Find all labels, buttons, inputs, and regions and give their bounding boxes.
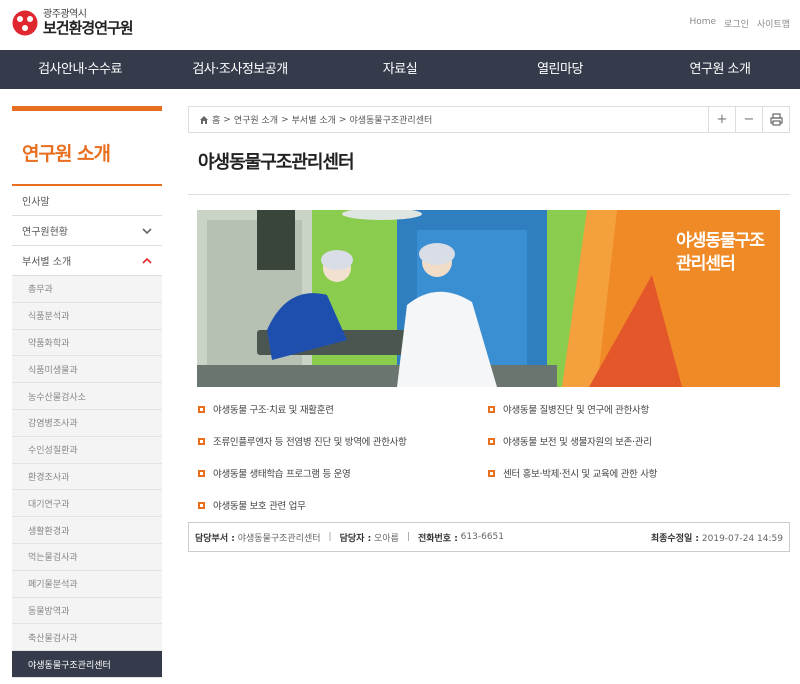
hero-image: 야생동물구조 관리센터 — [197, 210, 780, 387]
submenu-item[interactable]: 식품미생물과 — [12, 356, 162, 384]
updated-value: 2019-07-24 14:59 — [701, 533, 783, 544]
submenu-item[interactable]: 농수산물검사소 — [12, 383, 162, 410]
submenu-item[interactable]: 수인성질환과 — [12, 437, 162, 464]
person-label: 담당자 : — [339, 533, 372, 544]
submenu-item[interactable]: 축산물검사과 — [12, 624, 162, 652]
sidebar-item-label: 인사말 — [22, 197, 50, 208]
phone-value: 613-6651 — [460, 532, 505, 542]
nav-institute-intro[interactable]: 연구원 소개 — [640, 50, 800, 89]
breadcrumb-current: 야생동물구조관리센터 — [349, 116, 433, 126]
duty-item: 야생동물 구조·치료 및 재활훈련 — [198, 402, 334, 416]
submenu-item[interactable]: 동물방역과 — [12, 598, 162, 625]
breadcrumb-sep: > — [281, 114, 289, 125]
hero-title-line2: 관리센터 — [676, 254, 736, 274]
duty-text: 센터 홍보·박제·전시 및 교육에 관한 사항 — [503, 469, 658, 480]
submenu-item[interactable]: 생활환경과 — [12, 517, 162, 544]
bullet-icon — [198, 469, 205, 477]
site-header: 광주광역시 보건환경연구원 Home 로그인 사이트맵 — [0, 0, 800, 50]
bullet-icon — [198, 437, 205, 445]
submenu-item[interactable]: 먹는물검사과 — [12, 544, 162, 571]
breadcrumb-departments[interactable]: 부서별 소개 — [292, 113, 336, 126]
utility-links: Home 로그인 사이트맵 — [689, 17, 790, 30]
breadcrumb-home[interactable]: 홈 — [212, 113, 220, 126]
nav-inspection-info[interactable]: 검사·조사정보공개 — [160, 50, 320, 89]
sidebar-menu: 인사말 연구원현황 부서별 소개 총무과 식품분석과 약품화학과 식품미생물과 … — [12, 186, 162, 678]
nav-inspection-guide[interactable]: 검사안내·수수료 — [0, 50, 160, 89]
sidebar-item-status[interactable]: 연구원현황 — [12, 216, 162, 246]
chevron-down-icon — [142, 227, 152, 234]
submenu-item[interactable]: 감염병조사과 — [12, 410, 162, 437]
updated-label: 최종수정일 : — [650, 533, 700, 544]
print-button[interactable] — [762, 107, 789, 132]
person-value: 오아름 — [374, 533, 399, 544]
submenu-item-active[interactable]: 야생동물구조관리센터 — [12, 651, 162, 678]
zoom-in-button[interactable]: + — [708, 107, 735, 132]
sidebar-title: 연구원 소개 — [12, 111, 162, 186]
logo-title: 보건환경연구원 — [43, 19, 134, 37]
nav-data-room[interactable]: 자료실 — [320, 50, 480, 89]
duty-text: 야생동물 보호 관련 업무 — [213, 501, 306, 512]
duty-text: 야생동물 생태학습 프로그램 등 운영 — [213, 469, 351, 480]
duty-item: 야생동물 보전 및 생물자원의 보존·관리 — [488, 434, 652, 448]
submenu-item[interactable]: 총무과 — [12, 276, 162, 303]
last-updated: 최종수정일 : 2019-07-24 14:59 — [651, 531, 783, 544]
site-logo[interactable]: 광주광역시 보건환경연구원 — [12, 10, 134, 37]
nav-open-forum[interactable]: 열린마당 — [480, 50, 640, 89]
duty-item: 조류인플루엔자 등 전염병 진단 및 방역에 관한사항 — [198, 434, 407, 448]
sidebar-item-label: 연구원현황 — [22, 227, 68, 238]
main-navigation: 검사안내·수수료 검사·조사정보공개 자료실 열린마당 연구원 소개 — [0, 50, 800, 89]
page-tools: + − — [708, 107, 789, 132]
home-icon[interactable] — [199, 115, 209, 125]
breadcrumb-sep: > — [338, 114, 347, 125]
duty-text: 조류인플루엔자 등 전염병 진단 및 방역에 관한사항 — [213, 437, 407, 448]
dept-label: 담당부서 : — [195, 533, 235, 544]
logo-emblem-icon — [12, 10, 38, 36]
bullet-icon — [198, 405, 205, 413]
dept-value: 야생동물구조관리센터 — [237, 533, 321, 544]
submenu-item[interactable]: 폐기물분석과 — [12, 571, 162, 598]
duty-item: 센터 홍보·박제·전시 및 교육에 관한 사항 — [488, 466, 657, 480]
sidebar: 연구원 소개 인사말 연구원현황 부서별 소개 총무과 식품분석과 약품화학과 … — [12, 106, 162, 678]
duty-text: 야생동물 질병진단 및 연구에 관한사항 — [503, 405, 649, 416]
separator: | — [406, 532, 410, 542]
duty-item: 야생동물 보호 관련 업무 — [198, 498, 306, 512]
page-title: 야생동물구조관리센터 — [188, 150, 790, 195]
submenu-item[interactable]: 환경조사과 — [12, 464, 162, 491]
submenu-item[interactable]: 대기연구과 — [12, 490, 162, 518]
duty-text: 야생동물 구조·치료 및 재활훈련 — [213, 405, 334, 416]
submenu-item[interactable]: 식품분석과 — [12, 303, 162, 330]
breadcrumb-institute[interactable]: 연구원 소개 — [234, 113, 278, 126]
home-link[interactable]: Home — [689, 17, 716, 30]
breadcrumb: 홈 > 연구원 소개 > 부서별 소개 > 야생동물구조관리센터 + − — [188, 106, 790, 133]
chevron-up-icon — [142, 257, 152, 264]
hero-title-line1: 야생동물구조 — [676, 231, 765, 251]
zoom-out-button[interactable]: − — [735, 107, 762, 132]
sidebar-item-label: 부서별 소개 — [22, 257, 72, 268]
contact-info-bar: 담당부서 : 야생동물구조관리센터 | 담당자 : 오아름 | 전화번호 : 6… — [188, 522, 790, 552]
bullet-icon — [488, 437, 495, 445]
print-icon — [769, 113, 783, 126]
breadcrumb-sep: > — [223, 114, 231, 125]
main-content: 홈 > 연구원 소개 > 부서별 소개 > 야생동물구조관리센터 + − 야생동… — [188, 106, 790, 552]
bullet-icon — [198, 501, 205, 509]
sidebar-item-greeting[interactable]: 인사말 — [12, 186, 162, 216]
phone-label: 전화번호 : — [417, 533, 458, 544]
sitemap-link[interactable]: 사이트맵 — [757, 17, 790, 30]
duty-item: 야생동물 생태학습 프로그램 등 운영 — [198, 466, 351, 480]
bullet-icon — [488, 469, 495, 477]
submenu-item[interactable]: 약품화학과 — [12, 330, 162, 357]
login-link[interactable]: 로그인 — [724, 17, 749, 30]
separator: | — [328, 532, 332, 542]
sidebar-item-departments[interactable]: 부서별 소개 — [12, 246, 162, 276]
bullet-icon — [488, 405, 495, 413]
duty-item: 야생동물 질병진단 및 연구에 관한사항 — [488, 402, 649, 416]
duty-text: 야생동물 보전 및 생물자원의 보존·관리 — [503, 437, 652, 448]
department-submenu: 총무과 식품분석과 약품화학과 식품미생물과 농수산물검사소 감염병조사과 수인… — [12, 276, 162, 678]
hero-title: 야생동물구조 관리센터 — [676, 230, 765, 276]
